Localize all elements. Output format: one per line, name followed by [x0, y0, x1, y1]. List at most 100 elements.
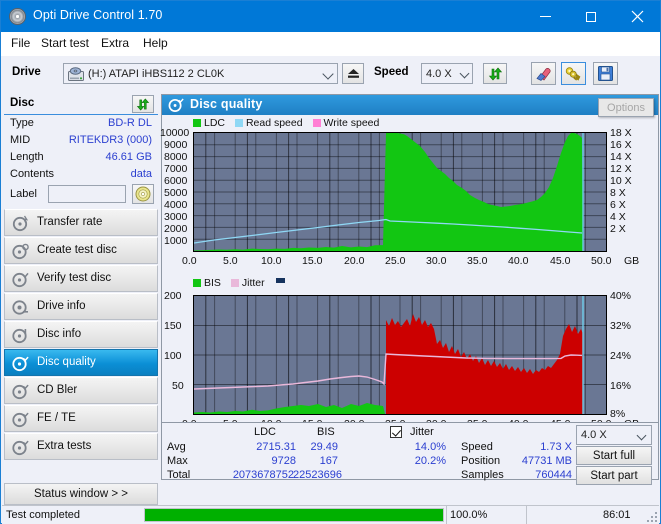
disc-key-length: Length	[10, 151, 44, 163]
progress-bar	[144, 508, 444, 522]
disc-value-type: BD-R DL	[107, 117, 152, 129]
sidebar-label: Transfer rate	[37, 216, 103, 228]
sidebar-item-disc-info[interactable]: Disc info	[4, 321, 158, 348]
sidebar-label: CD Bler	[37, 384, 78, 396]
disc-row-type: Type BD-R DL	[4, 116, 158, 133]
main-title: Disc quality	[190, 97, 263, 111]
chart1-svg	[194, 133, 606, 251]
disc-key-mid: MID	[10, 134, 31, 146]
results-avg-ldc: 2715.31	[256, 441, 296, 453]
chart2-bis-green-area	[194, 403, 385, 414]
test-list: Transfer rate Create test disc Verify te…	[4, 209, 158, 461]
eject-button[interactable]	[342, 63, 364, 84]
sidebar-item-fe-te[interactable]: FE / TE	[4, 405, 158, 432]
disc-info-icon	[12, 327, 29, 344]
disc-value-length: 46.61 GB	[105, 151, 152, 163]
drive-select[interactable]: (H:) ATAPI iHBS112 2 CL0K	[63, 63, 338, 84]
disc-group-title: Disc	[10, 97, 35, 109]
sidebar-item-disc-quality[interactable]: Disc quality	[4, 349, 158, 376]
jitter-checkbox[interactable]	[390, 426, 402, 438]
disc-quality-icon	[168, 97, 184, 116]
minimize-button[interactable]	[522, 1, 568, 32]
status-window-button[interactable]: Status window > >	[4, 483, 158, 505]
legend-swatch-jitter	[230, 279, 239, 287]
start-part-button[interactable]: Start part	[576, 466, 652, 485]
start-full-button[interactable]: Start full	[576, 446, 652, 465]
disc-refresh-button[interactable]	[132, 95, 154, 113]
legend-label-write-speed: Write speed	[323, 117, 380, 129]
disc-key-type: Type	[10, 117, 34, 129]
sidebar-label: Verify test disc	[37, 272, 112, 284]
elapsed-time: 86:01	[603, 509, 631, 521]
label-input[interactable]	[48, 185, 126, 203]
results-max-ldc: 9728	[271, 455, 296, 467]
sidebar-item-verify-test-disc[interactable]: Verify test disc	[4, 265, 158, 292]
disc-row-mid: MID RITEKDR3 (000)	[4, 133, 158, 150]
chevron-down-icon	[636, 430, 647, 441]
jitter-max-value: 20.2%	[414, 455, 446, 467]
results-row-max-label: Max	[167, 455, 188, 467]
close-button[interactable]	[614, 1, 660, 32]
chart-zone: LDC Read speed Write speed 10000 9000 80…	[160, 117, 640, 430]
legend-swatch-write-speed	[312, 119, 321, 127]
speed-select[interactable]: 4.0 X	[421, 63, 473, 84]
drive-toolbar: Drive (H:) ATAPI iHBS112 2 CL0K Speed 4.…	[1, 56, 660, 138]
sidebar-item-transfer-rate[interactable]: Transfer rate	[4, 209, 158, 236]
sidebar-item-cd-bler[interactable]: CD Bler	[4, 377, 158, 404]
disc-group-header: Disc	[4, 94, 158, 115]
erase-button[interactable]	[531, 62, 556, 85]
disc-row-label: Label	[4, 184, 158, 206]
menu-extra[interactable]: Extra	[101, 36, 129, 52]
disc-value-contents: data	[130, 168, 152, 180]
menu-help[interactable]: Help	[143, 36, 168, 52]
chart2-legend: BIS Jitter	[193, 277, 285, 289]
maximize-button[interactable]	[568, 1, 614, 32]
settings-keys-button[interactable]	[561, 62, 586, 85]
chevron-down-icon	[459, 68, 470, 79]
legend-swatch-ldc	[193, 119, 201, 127]
title-bar: Opti Drive Control 1.70	[1, 1, 660, 32]
chart2-bis-red-area	[386, 314, 583, 414]
results-total-bis: 22523696	[293, 469, 342, 481]
menu-start-test[interactable]: Start test	[41, 36, 89, 52]
chart2-plot	[193, 295, 607, 415]
status-message: Test completed	[6, 509, 80, 521]
sidebar-item-create-test-disc[interactable]: Create test disc	[4, 237, 158, 264]
chart1-plot	[193, 132, 607, 252]
jitter-label: Jitter	[410, 426, 434, 438]
chart2-svg	[194, 296, 606, 414]
speed-label: Speed	[374, 66, 409, 78]
app-icon	[9, 8, 26, 25]
disc-quality-icon	[12, 355, 29, 372]
window-title: Opti Drive Control 1.70	[33, 8, 163, 22]
sidebar-label: Drive info	[37, 300, 86, 312]
results-col-ldc: LDC	[254, 426, 277, 438]
cd-label-button[interactable]	[132, 184, 154, 204]
disc-key-contents: Contents	[10, 168, 55, 180]
sidebar-item-extra-tests[interactable]: Extra tests	[4, 433, 158, 460]
results-avg-bis: 29.49	[310, 441, 338, 453]
save-button[interactable]	[593, 62, 618, 85]
chart1-legend: LDC Read speed Write speed	[193, 117, 379, 129]
menu-bar: File Start test Extra Help	[1, 32, 660, 57]
main-header: Disc quality Options	[162, 95, 658, 117]
cd-bler-icon	[12, 383, 29, 400]
sidebar-item-drive-info[interactable]: Drive info	[4, 293, 158, 320]
samples-value: 760444	[535, 469, 572, 481]
disc-row-length: Length 46.61 GB	[4, 150, 158, 167]
menu-file[interactable]: File	[11, 36, 30, 52]
results-panel: LDC BIS Avg 2715.31 29.49 Max 9728 167 T…	[161, 422, 659, 485]
chevron-down-icon	[322, 68, 334, 80]
resize-grip[interactable]	[647, 512, 657, 522]
drive-icon	[68, 67, 84, 82]
app-window: Opti Drive Control 1.70 File Start test …	[0, 0, 661, 524]
disc-key-label: Label	[10, 188, 37, 200]
disc-value-mid: RITEKDR3 (000)	[68, 134, 152, 146]
result-speed-select[interactable]: 4.0 X	[576, 425, 652, 445]
legend-label-bis: BIS	[204, 277, 221, 289]
sidebar-label: Disc info	[37, 328, 82, 340]
results-col-bis: BIS	[317, 426, 335, 438]
sidebar-label: Disc quality	[37, 356, 96, 368]
refresh-button[interactable]	[483, 63, 507, 84]
speed-result-value: 1.73 X	[540, 441, 572, 453]
